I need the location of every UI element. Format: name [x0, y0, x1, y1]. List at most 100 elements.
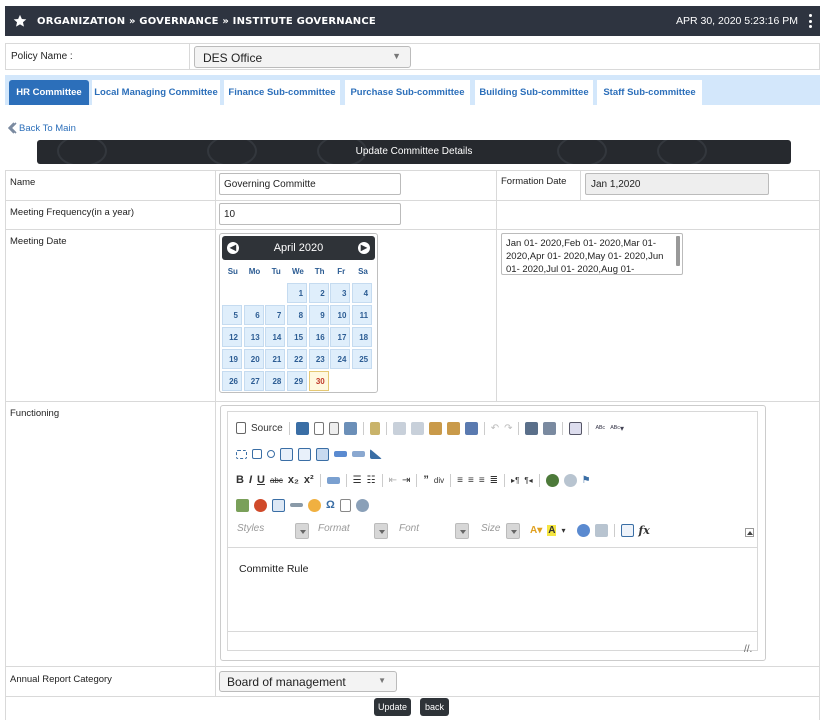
italic-icon[interactable]: I	[249, 474, 252, 486]
button-icon[interactable]	[334, 451, 347, 457]
image-icon[interactable]	[236, 498, 249, 512]
tab-finance-sub-committee[interactable]: Finance Sub-committee	[224, 80, 340, 105]
replace-icon[interactable]	[543, 421, 557, 435]
ltr-icon[interactable]: ▸¶	[511, 476, 519, 485]
calendar-day[interactable]: 21	[265, 349, 286, 369]
calendar-day[interactable]: 12	[222, 327, 242, 347]
spellcheck-icon[interactable]: ᴬᴮᶜ	[595, 424, 605, 433]
smiley-icon[interactable]	[308, 498, 321, 512]
calendar-day[interactable]: 28	[265, 371, 286, 391]
next-month-icon[interactable]: ▶	[358, 242, 370, 254]
calendar-day[interactable]: 22	[287, 349, 308, 369]
calendar-day[interactable]: 30	[308, 371, 329, 391]
bulleted-list-icon[interactable]: ☷	[367, 475, 376, 486]
justify-icon[interactable]: ≣	[490, 475, 498, 486]
font-dropdown[interactable]: Font	[398, 522, 470, 539]
editor-content[interactable]: Committe Rule	[239, 563, 308, 575]
new-page-icon[interactable]	[313, 421, 324, 435]
indent-icon[interactable]: ⇥	[402, 475, 410, 486]
calendar-day[interactable]: 5	[222, 305, 242, 325]
link-icon[interactable]	[545, 473, 559, 487]
calendar-day[interactable]: 15	[287, 327, 308, 347]
unlink-icon[interactable]	[563, 473, 577, 487]
form-icon[interactable]	[236, 449, 247, 459]
annual-report-category-select[interactable]: Board of management ▼	[219, 671, 397, 692]
paste-icon[interactable]	[428, 421, 442, 435]
calendar-day[interactable]: 29	[287, 371, 308, 391]
calendar-day[interactable]: 23	[308, 349, 329, 369]
cut-icon[interactable]	[392, 421, 406, 435]
styles-dropdown[interactable]: Styles	[236, 522, 310, 539]
calendar-day[interactable]: 26	[222, 371, 242, 391]
subscript-icon[interactable]: x₂	[288, 474, 299, 486]
radio-icon[interactable]	[267, 450, 275, 458]
undo-icon[interactable]: ↶	[491, 423, 499, 434]
source-icon[interactable]	[236, 422, 246, 434]
calendar-day[interactable]: 14	[265, 327, 286, 347]
calendar-day[interactable]: 17	[330, 327, 351, 347]
background-color-menu-icon[interactable]: ▾	[561, 526, 565, 535]
superscript-icon[interactable]: x²	[304, 474, 314, 486]
blockquote-icon[interactable]: ”	[423, 474, 429, 486]
flash-icon[interactable]	[254, 498, 267, 512]
div-icon[interactable]: div	[434, 476, 444, 485]
calendar-day[interactable]: 9	[308, 305, 329, 325]
underline-icon[interactable]: U	[257, 474, 265, 486]
formula-icon[interactable]: fx	[639, 524, 650, 537]
redo-icon[interactable]: ↷	[504, 423, 512, 434]
calendar-day[interactable]: 11	[352, 305, 373, 325]
policy-select[interactable]: DES Office ▼	[194, 46, 411, 68]
more-menu-icon[interactable]	[809, 14, 813, 28]
print-icon[interactable]	[343, 421, 357, 435]
paste-word-icon[interactable]	[464, 421, 478, 435]
tab-building-sub-committee[interactable]: Building Sub-committee	[475, 80, 593, 105]
maximize-icon[interactable]	[576, 523, 590, 537]
calendar-day[interactable]: 25	[352, 349, 373, 369]
find-icon[interactable]	[525, 421, 539, 435]
calendar-day[interactable]: 8	[287, 305, 308, 325]
collapse-toolbar-icon[interactable]	[745, 528, 754, 537]
iframe-icon[interactable]	[355, 498, 369, 512]
calendar-day[interactable]: 4	[352, 283, 373, 303]
align-right-icon[interactable]: ≡	[479, 475, 485, 486]
scrollbar[interactable]	[676, 236, 680, 266]
tab-purchase-sub-committee[interactable]: Purchase Sub-committee	[345, 80, 470, 105]
calendar-day[interactable]: 7	[265, 305, 286, 325]
calendar-day[interactable]: 2	[308, 283, 329, 303]
special-char-icon[interactable]: Ω	[326, 499, 335, 511]
resize-handle-icon[interactable]: //.	[744, 644, 752, 655]
calendar-day[interactable]: 6	[243, 305, 264, 325]
copy-icon[interactable]	[410, 421, 424, 435]
bold-icon[interactable]: B	[236, 474, 244, 486]
outdent-icon[interactable]: ⇤	[389, 475, 397, 486]
image-button-icon[interactable]	[352, 451, 365, 457]
remove-format-icon[interactable]	[326, 476, 340, 484]
calendar-day[interactable]: 20	[243, 349, 264, 369]
show-blocks-icon[interactable]	[594, 523, 608, 537]
formation-date-field[interactable]: Jan 1,2020	[585, 173, 769, 195]
meeting-dates-textarea[interactable]: Jan 01- 2020,Feb 01- 2020,Mar 01- 2020,A…	[501, 233, 683, 275]
format-dropdown[interactable]: Format	[317, 522, 389, 539]
calendar-day[interactable]: 18	[352, 327, 373, 347]
paste-text-icon[interactable]	[446, 421, 460, 435]
calendar-day[interactable]: 10	[330, 305, 351, 325]
background-color-icon[interactable]: A	[547, 524, 557, 536]
save-icon[interactable]	[295, 421, 309, 435]
spellcheck-menu-icon[interactable]: ᴬᴮᶜ▾	[610, 424, 624, 433]
checkbox-icon[interactable]	[252, 449, 262, 459]
size-dropdown[interactable]: Size	[480, 522, 521, 539]
tab-local-managing-committee[interactable]: Local Managing Committee	[92, 80, 220, 105]
update-button[interactable]: Update	[374, 698, 411, 716]
meeting-frequency-field[interactable]: 10	[219, 203, 401, 225]
rtl-icon[interactable]: ¶◂	[524, 476, 532, 485]
name-field[interactable]: Governing Committe	[219, 173, 401, 195]
prev-month-icon[interactable]: ◀	[227, 242, 239, 254]
calendar-day[interactable]: 24	[330, 349, 351, 369]
hidden-field-icon[interactable]	[370, 449, 382, 459]
calendar-day[interactable]: 27	[243, 371, 264, 391]
calendar-day[interactable]: 19	[222, 349, 242, 369]
page-break-icon[interactable]	[339, 498, 351, 512]
templates-icon[interactable]	[369, 421, 380, 435]
align-center-icon[interactable]: ≡	[468, 475, 474, 486]
table-icon[interactable]	[272, 498, 285, 512]
